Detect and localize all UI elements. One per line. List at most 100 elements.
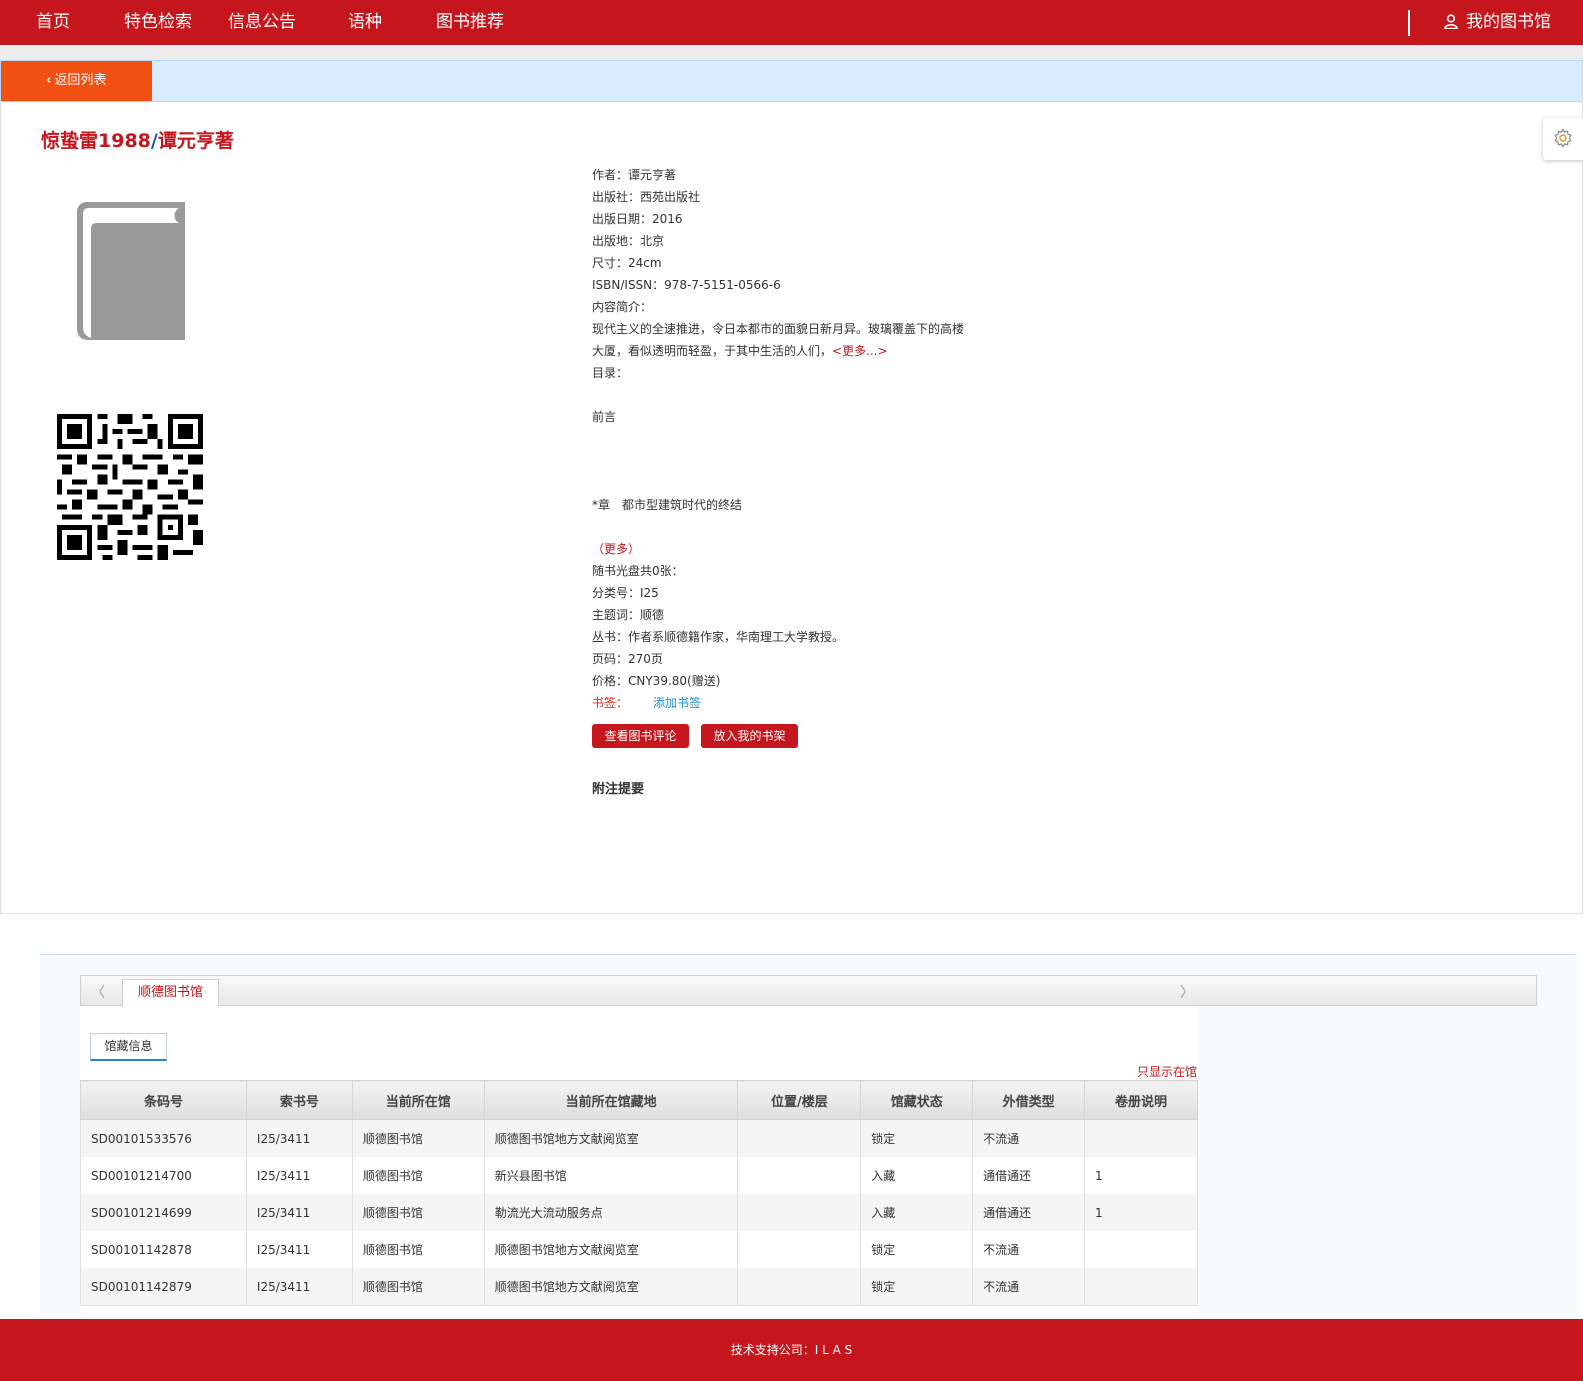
info-subject: 主题词：顺德: [592, 608, 665, 622]
chevron-left-icon[interactable]: 〈: [91, 982, 105, 1002]
nav-special-search[interactable]: 特色检索: [124, 11, 192, 33]
col-current-library[interactable]: 当前所在馆: [351, 1080, 485, 1120]
info-summary-line1: 现代主义的全速推进，令日本都市的面貌日新月异。玻璃覆盖下的高楼: [592, 322, 965, 336]
info-series: 丛书：作者系顺德籍作家，华南理工大学教授。: [592, 630, 845, 644]
detail-panel: [0, 101, 1583, 914]
chevron-left-icon: ‹: [46, 73, 52, 88]
cell-call-number: I25/3411: [245, 1231, 353, 1268]
bookmark-label: 书签：: [592, 696, 629, 710]
tab-holdings-info[interactable]: 馆藏信息: [90, 1033, 167, 1061]
back-bar: ‹ 返回列表: [0, 60, 1583, 102]
title-slash: /: [150, 130, 158, 152]
my-library-link[interactable]: 我的图书馆: [1444, 11, 1551, 33]
gear-icon: [1554, 128, 1572, 148]
cell-barcode: SD00101214699: [80, 1194, 247, 1231]
notes-title: 附注提要: [592, 782, 645, 797]
col-current-location[interactable]: 当前所在馆藏地: [483, 1080, 739, 1120]
cell-location: 顺德图书馆地方文献阅览室: [483, 1268, 739, 1306]
cell-floor: [737, 1231, 862, 1268]
cell-loan-type: 不流通: [972, 1268, 1086, 1306]
only-in-library-link[interactable]: 只显示在馆: [1137, 1063, 1197, 1080]
view-reviews-button[interactable]: 查看图书评论: [592, 724, 689, 748]
info-bookmark: 书签： 添加书签: [592, 692, 701, 714]
book-title-main: 惊蛰雷1988: [41, 130, 151, 152]
cell-floor: [737, 1268, 862, 1306]
info-toc-label: 目录：: [592, 366, 629, 380]
cell-location: 新兴县图书馆: [483, 1157, 739, 1194]
summary-more-link[interactable]: <更多...>: [832, 344, 888, 358]
info-summary-label: 内容简介：: [592, 300, 653, 314]
col-loan-type[interactable]: 外借类型: [972, 1080, 1086, 1120]
cell-location: 顺德图书馆地方文献阅览室: [483, 1231, 739, 1268]
cell-loan-type: 不流通: [972, 1231, 1086, 1268]
info-isbn: ISBN/ISSN：978-7-5151-0566-6: [592, 278, 781, 292]
nav-book-recommend[interactable]: 图书推荐: [436, 11, 504, 33]
cell-loan-type: 通借通还: [972, 1157, 1086, 1194]
cell-volume-note: 1: [1084, 1157, 1198, 1194]
tab-shunde-library[interactable]: 顺德图书馆: [122, 979, 219, 1007]
holdings-table: 条码号 索书号 当前所在馆 当前所在馆藏地 位置/楼层 馆藏状态 外借类型 卷册…: [80, 1080, 1198, 1306]
col-floor[interactable]: 位置/楼层: [737, 1080, 862, 1120]
cell-loan-type: 不流通: [972, 1119, 1086, 1157]
cell-library: 顺德图书馆: [351, 1231, 485, 1268]
chevron-right-icon[interactable]: 〉: [1180, 982, 1194, 1002]
info-class-no: 分类号：I25: [592, 586, 659, 600]
nav-languages[interactable]: 语种: [348, 11, 382, 33]
cell-status: 锁定: [860, 1231, 974, 1268]
cell-floor: [737, 1157, 862, 1194]
top-nav: 首页 特色检索 信息公告 语种 图书推荐 我的图书馆: [0, 0, 1583, 45]
library-tab-strip: 〈 顺德图书馆 〉: [80, 975, 1537, 1007]
cell-floor: [737, 1119, 862, 1157]
info-toc-line2: *章 都市型建筑时代的终结: [592, 498, 743, 512]
my-library-label: 我的图书馆: [1466, 12, 1551, 32]
footer: 技术支持公司：I L A S: [0, 1319, 1583, 1381]
cell-barcode: SD00101142879: [80, 1268, 247, 1306]
info-toc-more: （更多）: [592, 538, 640, 560]
book-cover-icon: [75, 198, 187, 348]
cell-call-number: I25/3411: [245, 1194, 353, 1231]
table-header-row: 条码号 索书号 当前所在馆 当前所在馆藏地 位置/楼层 馆藏状态 外借类型 卷册…: [80, 1080, 1198, 1120]
cell-status: 锁定: [860, 1119, 974, 1157]
cell-barcode: SD00101533576: [80, 1119, 247, 1157]
info-price: 价格：CNY39.80(赠送): [592, 674, 721, 688]
cell-volume-note: [1084, 1268, 1198, 1306]
book-author-stmt: 谭元亨著: [157, 130, 234, 152]
cell-status: 入藏: [860, 1194, 974, 1231]
back-to-list-button[interactable]: ‹ 返回列表: [1, 61, 152, 101]
cell-location: 顺德图书馆地方文献阅览室: [483, 1119, 739, 1157]
add-to-shelf-button[interactable]: 放入我的书架: [701, 724, 798, 748]
info-publisher: 出版社：西苑出版社: [592, 190, 701, 204]
cell-call-number: I25/3411: [245, 1268, 353, 1306]
summary-text: 大厦，看似透明而轻盈，于其中生活的人们，: [592, 344, 833, 358]
add-bookmark-link[interactable]: 添加书签: [653, 696, 701, 710]
book-title: 惊蛰雷1988/谭元亨著: [41, 126, 234, 153]
info-size: 尺寸：24cm: [592, 256, 662, 270]
col-volume-note[interactable]: 卷册说明: [1084, 1080, 1198, 1120]
cell-library: 顺德图书馆: [351, 1119, 485, 1157]
toc-more-link[interactable]: 更多: [604, 542, 628, 556]
table-row: SD00101142878 I25/3411 顺德图书馆 顺德图书馆地方文献阅览…: [80, 1231, 1198, 1268]
col-call-number[interactable]: 索书号: [245, 1080, 353, 1120]
info-disc: 随书光盘共0张：: [592, 564, 684, 578]
qr-code: [57, 414, 203, 560]
col-barcode[interactable]: 条码号: [80, 1080, 247, 1120]
settings-widget[interactable]: [1543, 118, 1583, 160]
info-pages: 页码：270页: [592, 652, 663, 666]
nav-announcements[interactable]: 信息公告: [228, 11, 296, 33]
table-row: SD00101214699 I25/3411 顺德图书馆 勒流光大流动服务点 入…: [80, 1194, 1198, 1231]
col-status[interactable]: 馆藏状态: [860, 1080, 974, 1120]
nav-home[interactable]: 首页: [36, 11, 70, 33]
nav-divider: [1408, 10, 1410, 36]
info-toc-line1: 前言: [592, 410, 617, 424]
cell-loan-type: 通借通还: [972, 1194, 1086, 1231]
toc-paren-open: （: [592, 542, 605, 556]
cell-location: 勒流光大流动服务点: [483, 1194, 739, 1231]
info-summary-line2: 大厦，看似透明而轻盈，于其中生活的人们，<更多...>: [592, 340, 888, 362]
cell-barcode: SD00101142878: [80, 1231, 247, 1268]
table-row: SD00101533576 I25/3411 顺德图书馆 顺德图书馆地方文献阅览…: [80, 1119, 1198, 1157]
info-pub-date: 出版日期：2016: [592, 212, 683, 226]
table-row: SD00101142879 I25/3411 顺德图书馆 顺德图书馆地方文献阅览…: [80, 1268, 1198, 1306]
toc-paren-close: ）: [628, 542, 641, 556]
info-author: 作者：谭元亨著: [592, 168, 677, 182]
table-row: SD00101214700 I25/3411 顺德图书馆 新兴县图书馆 入藏 通…: [80, 1157, 1198, 1194]
